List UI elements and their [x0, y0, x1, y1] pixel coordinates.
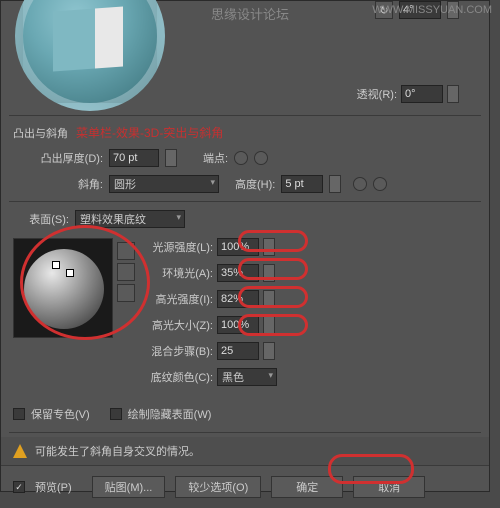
warning-text: 可能发生了斜角自身交叉的情况。 [35, 443, 200, 459]
divider [9, 432, 481, 433]
surface-row: 表面(S): 塑料效果底纹 [1, 206, 489, 232]
light-preview[interactable] [13, 238, 113, 338]
blend-input[interactable]: 25 [217, 342, 259, 360]
depth-label: 凸出厚度(D): [13, 150, 103, 166]
draw-hidden-label: 绘制隐藏表面(W) [128, 406, 212, 422]
bevel-in-icon[interactable] [353, 177, 367, 191]
ambient-input[interactable]: 35% [217, 264, 259, 282]
depth-input[interactable]: 70 pt [109, 149, 159, 167]
intensity-label: 光源强度(L): [127, 239, 213, 255]
blend-label: 混合步骤(B): [127, 343, 213, 359]
ambient-label: 环境光(A): [127, 265, 213, 281]
3d-extrude-dialog: ↻ 4° 透视(R): 0° 凸出与斜角 菜单栏-效果-3D-突出与斜角 凸出厚… [0, 0, 490, 492]
highlight-size-spinner[interactable] [263, 316, 275, 334]
highlight-int-spinner[interactable] [263, 290, 275, 308]
map-art-button[interactable]: 贴图(M)... [92, 476, 166, 498]
3d-preview-sphere[interactable] [15, 0, 165, 111]
bevel-out-icon[interactable] [373, 177, 387, 191]
preview-label: 预览(P) [35, 479, 72, 495]
fewer-options-button[interactable]: 较少选项(O) [175, 476, 261, 498]
height-input[interactable]: 5 pt [281, 175, 323, 193]
divider [9, 201, 481, 202]
highlight-size-input[interactable]: 100% [217, 316, 259, 334]
preserve-spot-checkbox[interactable] [13, 408, 25, 420]
shade-color-select[interactable]: 黑色 [217, 368, 277, 386]
forum-watermark: 思缘设计论坛 [211, 4, 289, 23]
preserve-spot-label: 保留专色(V) [31, 406, 90, 422]
warning-icon [13, 444, 27, 458]
extrude-title: 凸出与斜角 [13, 125, 68, 141]
perspective-input[interactable]: 0° [401, 85, 443, 103]
light-delete-button[interactable] [117, 284, 135, 302]
surface-label: 表面(S): [13, 211, 69, 227]
light-back-button[interactable] [117, 242, 135, 260]
preview-cube [53, 7, 123, 72]
blend-spinner[interactable] [263, 342, 275, 360]
light-point-2[interactable] [66, 269, 74, 277]
perspective-label: 透视(R): [357, 86, 397, 102]
warning-row: 可能发生了斜角自身交叉的情况。 [1, 437, 489, 465]
bevel-label: 斜角: [13, 176, 103, 192]
shading-sphere [24, 249, 104, 329]
highlight-int-label: 高光强度(I): [127, 291, 213, 307]
ambient-spinner[interactable] [263, 264, 275, 282]
shade-color-label: 底纹颜色(C): [127, 369, 213, 385]
highlight-int-input[interactable]: 82% [217, 290, 259, 308]
extrude-header: 凸出与斜角 菜单栏-效果-3D-突出与斜角 [1, 120, 489, 145]
ok-button[interactable]: 确定 [271, 476, 343, 498]
perspective-row: 透视(R): 0° [357, 85, 459, 103]
preview-checkbox[interactable] [13, 481, 25, 493]
cap-off-icon[interactable] [254, 151, 268, 165]
cap-on-icon[interactable] [234, 151, 248, 165]
intensity-spinner[interactable] [263, 238, 275, 256]
cancel-button[interactable]: 取消 [353, 476, 425, 498]
draw-hidden-checkbox[interactable] [110, 408, 122, 420]
height-spinner[interactable] [329, 175, 341, 193]
light-new-button[interactable] [117, 263, 135, 281]
shading-section: 光源强度(L): 100% 环境光(A): 35% 高光强度(I): 82% 高… [1, 232, 489, 400]
bevel-row: 斜角: 圆形 高度(H): 5 pt [1, 171, 489, 197]
divider [9, 115, 481, 116]
depth-spinner[interactable] [165, 149, 177, 167]
intensity-input[interactable]: 100% [217, 238, 259, 256]
light-point-1[interactable] [52, 261, 60, 269]
perspective-spinner[interactable] [447, 85, 459, 103]
cap-label: 端点: [203, 150, 228, 166]
depth-row: 凸出厚度(D): 70 pt 端点: [1, 145, 489, 171]
options-row: 保留专色(V) 绘制隐藏表面(W) [1, 400, 489, 428]
height-label: 高度(H): [235, 176, 275, 192]
url-watermark: WWW.MISSYUAN.COM [372, 4, 492, 16]
bevel-select[interactable]: 圆形 [109, 175, 219, 193]
red-annotation: 菜单栏-效果-3D-突出与斜角 [76, 124, 223, 141]
surface-select[interactable]: 塑料效果底纹 [75, 210, 185, 228]
highlight-size-label: 高光大小(Z): [127, 317, 213, 333]
